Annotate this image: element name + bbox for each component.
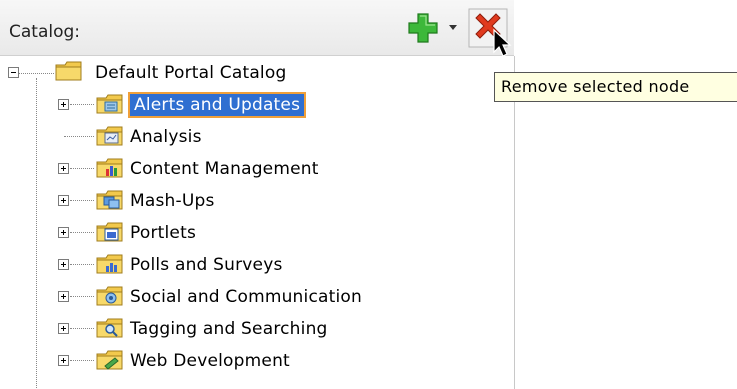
tree-node-content-management[interactable]: Content Management [0, 154, 514, 184]
tree-node-label: Portlets [130, 223, 197, 243]
tree-node-social-and-communication[interactable]: Social and Communication [0, 282, 514, 312]
catalog-label: Catalog: [9, 22, 81, 42]
tree-node-label: Social and Communication [130, 287, 362, 307]
expand-toggle[interactable] [58, 195, 69, 206]
tree-node-label: Alerts and Updates [127, 92, 307, 118]
expand-toggle[interactable] [58, 227, 69, 238]
folder-mashups-icon [96, 190, 123, 210]
tree-node-analysis[interactable]: Analysis [0, 122, 514, 152]
tree-node-polls-and-surveys[interactable]: Polls and Surveys [0, 250, 514, 280]
folder-alerts-icon [96, 94, 123, 114]
tree-connector [70, 264, 94, 265]
tree-node-label: Polls and Surveys [130, 255, 283, 275]
expand-toggle[interactable] [58, 355, 69, 366]
tree-connector [64, 136, 94, 137]
tree-node-label: Web Development [130, 351, 290, 371]
folder-social-icon [96, 286, 123, 306]
expand-toggle[interactable] [58, 99, 69, 110]
tree-connector [70, 360, 94, 361]
tree-node-alerts-and-updates[interactable]: Alerts and Updates [0, 90, 514, 120]
tree-node-tagging-and-searching[interactable]: Tagging and Searching [0, 314, 514, 344]
catalog-panel: Catalog: Default Portal Catalog Alerts a… [0, 0, 515, 389]
tree-connector [70, 200, 94, 201]
catalog-tree: Default Portal Catalog Alerts and Update… [0, 56, 515, 389]
tree-connector [70, 104, 94, 105]
tree-connector [70, 328, 94, 329]
tree-connector [70, 232, 94, 233]
folder-icon [55, 61, 82, 81]
catalog-toolbar: Catalog: [0, 0, 514, 56]
tree-node-portlets[interactable]: Portlets [0, 218, 514, 248]
expand-toggle[interactable] [58, 259, 69, 270]
folder-content-icon [96, 158, 123, 178]
tree-node-label: Content Management [130, 159, 319, 179]
expand-toggle[interactable] [58, 323, 69, 334]
folder-web-icon [96, 350, 123, 370]
tree-connector [70, 296, 94, 297]
folder-tagging-icon [96, 318, 123, 338]
folder-polls-icon [96, 254, 123, 274]
tooltip: Remove selected node [494, 72, 737, 102]
tree-node-mash-ups[interactable]: Mash-Ups [0, 186, 514, 216]
add-plus-icon[interactable] [407, 12, 439, 44]
expand-toggle[interactable] [58, 291, 69, 302]
mouse-cursor-icon [493, 28, 512, 57]
tree-node-label: Tagging and Searching [130, 319, 328, 339]
folder-analysis-icon [96, 126, 123, 146]
collapse-toggle[interactable] [8, 67, 19, 78]
expand-toggle[interactable] [58, 163, 69, 174]
tree-node-label: Analysis [130, 127, 202, 147]
tree-node-label: Mash-Ups [130, 191, 215, 211]
tree-node-label: Default Portal Catalog [95, 63, 287, 83]
folder-portlets-icon [96, 222, 123, 242]
tree-connector [70, 168, 94, 169]
chevron-down-icon[interactable] [448, 22, 458, 32]
tree-node-root[interactable]: Default Portal Catalog [0, 58, 514, 88]
tree-node-web-development[interactable]: Web Development [0, 346, 514, 376]
